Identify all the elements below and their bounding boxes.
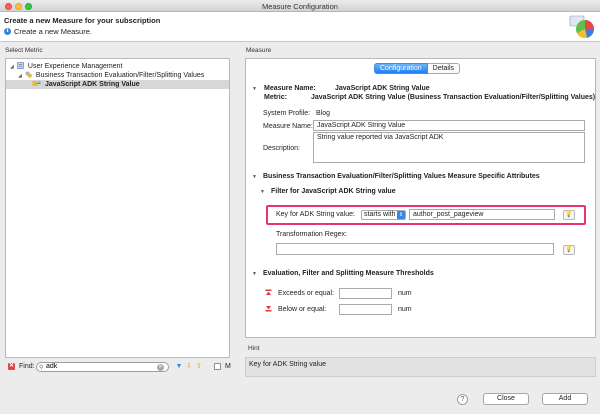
expand-arrow-icon[interactable]: ◢ [10,63,15,72]
tree-item-user-experience[interactable]: ◢ User Experience Management [10,62,122,71]
tab-details[interactable]: Details [427,63,461,74]
select-metric-label: Select Metric [5,47,43,54]
metric-key: Metric: [264,94,287,101]
search-icon: ⚲ [39,364,44,371]
tree-item-label: JavaScript ADK String Value [44,81,140,88]
key-value-field[interactable]: author_post_pageview [409,209,555,220]
collapse-arrow-icon[interactable]: ▼ [252,271,257,277]
filter-heading: Filter for JavaScript ADK String value [271,188,396,195]
dialog-subtitle: Create a new Measure. [14,27,92,36]
key-label: Key for ADK String value: [276,211,355,218]
tab-bar: Configuration Details [374,63,461,74]
below-field[interactable] [339,304,392,315]
find-option-label: M [225,363,231,370]
lower-threshold-icon [265,306,272,312]
system-profile-value: Blog [316,110,331,117]
exceeds-label: Exceeds or equal: [278,290,335,297]
metric-value: JavaScript ADK String Value (Business Tr… [311,94,596,101]
exceeds-field[interactable] [339,288,392,299]
tree-item-js-adk-string-value[interactable]: JavaScript ADK String Value [6,80,229,89]
hint-section-label: Hint [248,345,260,352]
tree-item-business-transaction[interactable]: ◢ Business Transaction Evaluation/Filter… [18,71,204,80]
measure-pie-logo-icon [569,15,595,39]
operator-select[interactable]: starts with ⇕ [361,210,406,220]
tree-item-label: Business Transaction Evaluation/Filter/S… [35,72,205,79]
regex-label: Transformation Regex: [276,231,347,238]
upper-threshold-icon [265,289,272,295]
metric-tree[interactable]: ◢ User Experience Management ◢ Business … [5,58,230,358]
description-label: Description: [263,145,300,152]
close-button[interactable]: Close [483,393,529,405]
chevron-updown-icon: ⇕ [397,211,405,219]
ux-icon [17,62,24,69]
lightbulb-icon[interactable]: 💡 [563,245,575,255]
dialog-title: Create a new Measure for your subscripti… [4,16,161,25]
tab-configuration[interactable]: Configuration [374,63,428,74]
measure-panel: Configuration Details ▼ Measure Name: Ja… [245,58,596,338]
exceeds-unit: num [398,290,412,297]
hint-text: Key for ADK String value [249,361,327,368]
bt-icon [25,71,32,78]
lightbulb-icon[interactable]: 💡 [563,210,575,220]
operator-select-value: starts with [364,211,396,218]
hint-box: Key for ADK String value [245,357,596,377]
window-title: Measure Configuration [262,1,338,11]
info-icon: i [4,27,11,35]
measure-name-key: Measure Name: [264,85,316,92]
help-button[interactable]: ? [457,394,468,405]
clear-search-icon[interactable]: ✕ [157,363,164,371]
collapse-arrow-icon[interactable]: ▼ [252,174,257,180]
description-field[interactable]: String value reported via JavaScript ADK [313,132,585,163]
regex-field[interactable] [276,243,554,255]
find-label: Find: [19,363,35,370]
js-metric-icon [32,80,41,86]
thresholds-heading: Evaluation, Filter and Splitting Measure… [263,270,434,277]
below-label: Below or equal: [278,306,327,313]
collapse-arrow-icon[interactable]: ▼ [252,86,257,92]
measure-section-label: Measure [246,47,272,54]
error-icon: ✕ [8,363,15,370]
match-case-checkbox[interactable] [214,363,221,370]
previous-match-icon[interactable]: ⇧ [195,363,203,371]
dialog-header: Create a new Measure for your subscripti… [0,12,600,42]
filter-icon[interactable]: ▼ [175,363,183,371]
measure-name-field-label: Measure Name: [263,123,313,130]
measure-name-field[interactable]: JavaScript ADK String Value [313,120,585,131]
add-button[interactable]: Add [542,393,588,405]
window-titlebar: Measure Configuration [0,0,600,12]
specific-attributes-heading: Business Transaction Evaluation/Filter/S… [263,173,540,180]
find-bar: ✕ Find: ⚲ ✕ ▼ ⇩ ⇧ M [5,361,231,373]
next-match-icon[interactable]: ⇩ [185,363,193,371]
system-profile-key: System Profile: [263,110,311,117]
find-input[interactable] [36,361,169,372]
measure-name-value: JavaScript ADK String Value [335,85,430,92]
below-unit: num [398,306,412,313]
collapse-arrow-icon[interactable]: ▼ [260,189,265,195]
tree-item-label: User Experience Management [27,63,123,70]
